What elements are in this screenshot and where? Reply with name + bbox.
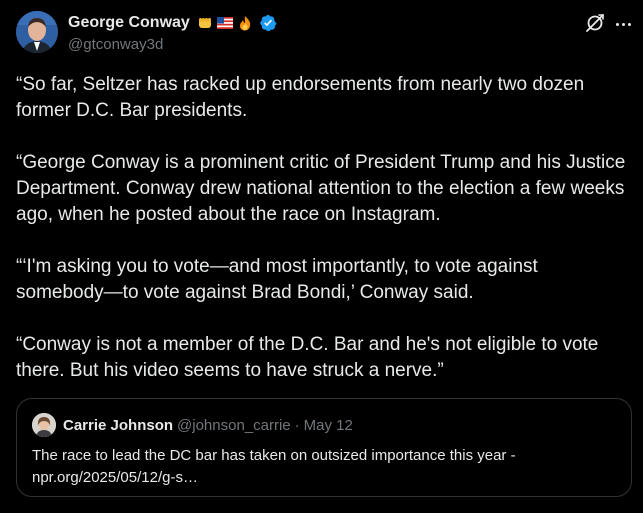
post-text: “So far, Seltzer has racked up endorseme… <box>16 72 626 384</box>
author-handle[interactable]: @gtconway3d <box>68 36 277 53</box>
grok-icon[interactable] <box>584 12 606 34</box>
quoted-post-header: Carrie Johnson @johnson_carrie · May 12 <box>32 413 353 437</box>
fist-emoji <box>198 18 211 28</box>
quoted-separator: · <box>294 416 300 434</box>
quoted-author-name[interactable]: Carrie Johnson <box>63 417 173 434</box>
author-emojis <box>196 15 254 31</box>
quoted-post-text: The race to lead the DC bar has taken on… <box>32 445 612 489</box>
more-options-icon[interactable] <box>612 14 634 34</box>
author-name[interactable]: George Conway <box>68 14 190 32</box>
post-paragraph: “So far, Seltzer has racked up endorseme… <box>16 74 585 121</box>
quoted-text-line: The race to lead the DC bar has taken on… <box>32 447 516 464</box>
post-paragraph: “George Conway is a prominent critic of … <box>16 152 626 225</box>
post-paragraph: “‘I'm asking you to vote—and most import… <box>16 256 538 303</box>
quoted-timestamp[interactable]: May 12 <box>304 417 353 434</box>
quoted-post[interactable]: Carrie Johnson @johnson_carrie · May 12 … <box>16 398 632 497</box>
post: George Conway @gtconway3d “So far, Seltz… <box>0 0 643 513</box>
verified-badge-icon[interactable] <box>259 14 277 32</box>
author-info: George Conway @gtconway3d <box>68 12 277 53</box>
post-paragraph: “Conway is not a member of the D.C. Bar … <box>16 334 599 381</box>
fire-emoji <box>239 16 251 31</box>
us-flag-emoji <box>216 17 233 29</box>
quoted-link-text[interactable]: npr.org/2025/05/12/g-s… <box>32 467 612 489</box>
quoted-author-avatar[interactable] <box>32 413 56 437</box>
author-avatar[interactable] <box>16 11 58 53</box>
quoted-author-handle[interactable]: @johnson_carrie <box>177 417 291 434</box>
